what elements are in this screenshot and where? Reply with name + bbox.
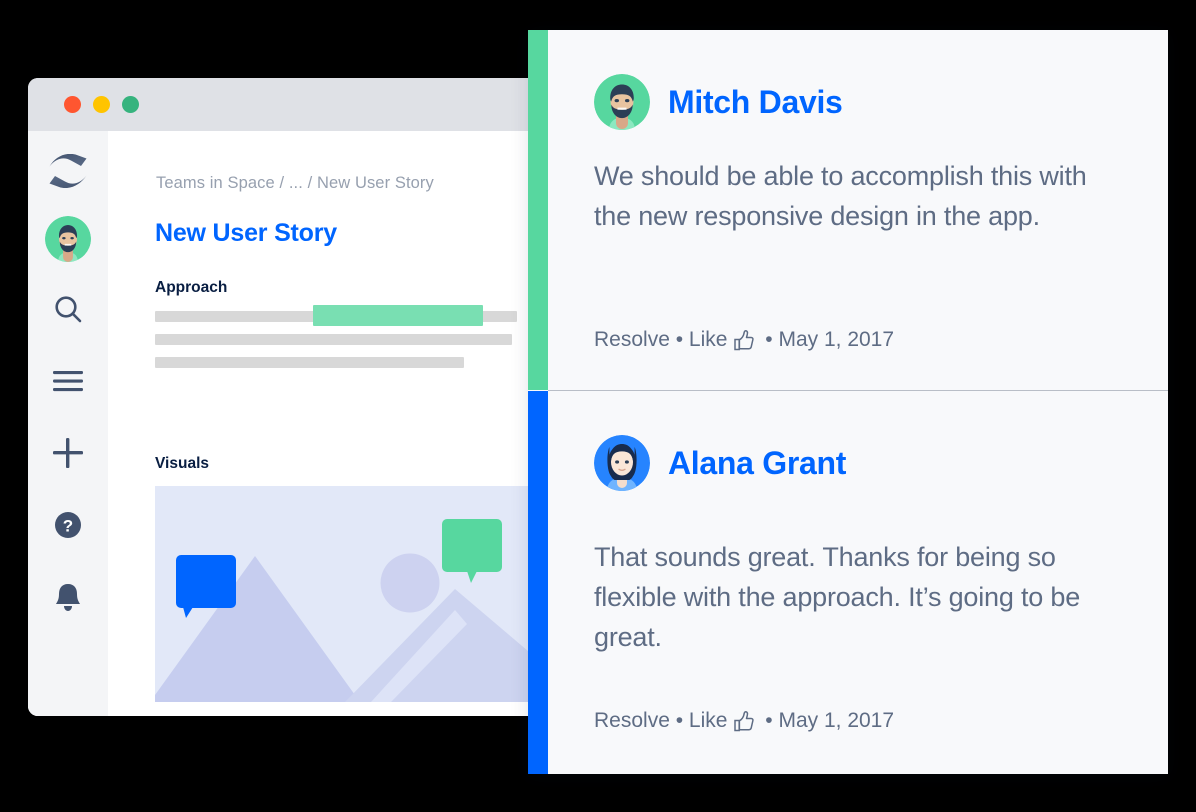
meta-separator: •: [759, 328, 779, 351]
section-heading-approach: Approach: [155, 279, 228, 296]
window-titlebar: [28, 78, 588, 131]
alana-avatar: [594, 435, 650, 491]
like-link[interactable]: Like: [689, 328, 728, 352]
text-highlight-selection[interactable]: [313, 305, 483, 326]
minimize-window-button[interactable]: [93, 96, 110, 113]
stage: ? Teams in Space / ... / New User Story: [0, 0, 1196, 812]
mitch-avatar: [594, 74, 650, 130]
help-question-icon: ?: [54, 511, 82, 539]
traffic-lights: [64, 96, 139, 113]
sidebar-item-help[interactable]: ?: [28, 499, 108, 551]
comment-card[interactable]: Mitch Davis We should be able to accompl…: [528, 30, 1168, 390]
bell-icon: [54, 582, 82, 612]
plus-icon: [52, 437, 84, 469]
meta-separator: •: [669, 709, 689, 732]
sidebar-item-notifications[interactable]: [28, 571, 108, 623]
like-link[interactable]: Like: [689, 709, 728, 733]
comment-date: May 1, 2017: [778, 328, 895, 351]
comment-accent-bar: [528, 391, 548, 774]
hamburger-menu-icon: [53, 370, 83, 392]
comment-body-text: We should be able to accomplish this wit…: [594, 161, 1087, 231]
avatar-icon: [45, 216, 91, 262]
comment-accent-bar: [528, 30, 548, 390]
page-title: New User Story: [155, 219, 337, 247]
meta-separator: •: [669, 328, 689, 351]
meta-separator: •: [759, 709, 779, 732]
comment-date: May 1, 2017: [778, 709, 895, 732]
comment-meta: Resolve • Like • May 1, 2017: [594, 328, 894, 352]
thumbs-up-icon[interactable]: [733, 329, 755, 351]
section-heading-visuals: Visuals: [155, 455, 210, 472]
comment-body-text: That sounds great. Thanks for being so f…: [594, 542, 1081, 652]
comment-header: Alana Grant: [594, 435, 846, 491]
sidebar-item-confluence-logo[interactable]: [28, 145, 108, 197]
placeholder-text-line: [155, 357, 464, 368]
page-content: Teams in Space / ... / New User Story Ne…: [108, 131, 588, 716]
breadcrumb[interactable]: Teams in Space / ... / New User Story: [156, 174, 434, 193]
comments-panel: Mitch Davis We should be able to accompl…: [528, 30, 1168, 774]
search-icon: [53, 294, 83, 324]
visuals-illustration[interactable]: [155, 486, 588, 702]
close-window-button[interactable]: [64, 96, 81, 113]
svg-text:?: ?: [63, 517, 73, 536]
placeholder-text-line: [155, 334, 512, 345]
sun-circle: [380, 553, 440, 613]
comment-author-name[interactable]: Mitch Davis: [668, 84, 843, 121]
sidebar-item-create[interactable]: [28, 427, 108, 479]
resolve-link[interactable]: Resolve: [594, 709, 670, 733]
comment-author-name[interactable]: Alana Grant: [668, 445, 846, 482]
sidebar-item-profile[interactable]: [28, 213, 108, 265]
resolve-link[interactable]: Resolve: [594, 328, 670, 352]
thumbs-up-icon[interactable]: [733, 710, 755, 732]
sidebar-item-menu[interactable]: [28, 355, 108, 407]
browser-window: ? Teams in Space / ... / New User Story: [28, 78, 588, 716]
sidebar-item-search[interactable]: [28, 283, 108, 335]
comment-meta: Resolve • Like • May 1, 2017: [594, 709, 894, 733]
sidebar-icon-rail: ?: [28, 131, 108, 716]
comment-header: Mitch Davis: [594, 74, 843, 130]
app-body: ? Teams in Space / ... / New User Story: [28, 131, 588, 716]
comment-card[interactable]: Alana Grant That sounds great. Thanks fo…: [528, 391, 1168, 774]
confluence-logo-icon: [48, 154, 88, 188]
zoom-window-button[interactable]: [122, 96, 139, 113]
